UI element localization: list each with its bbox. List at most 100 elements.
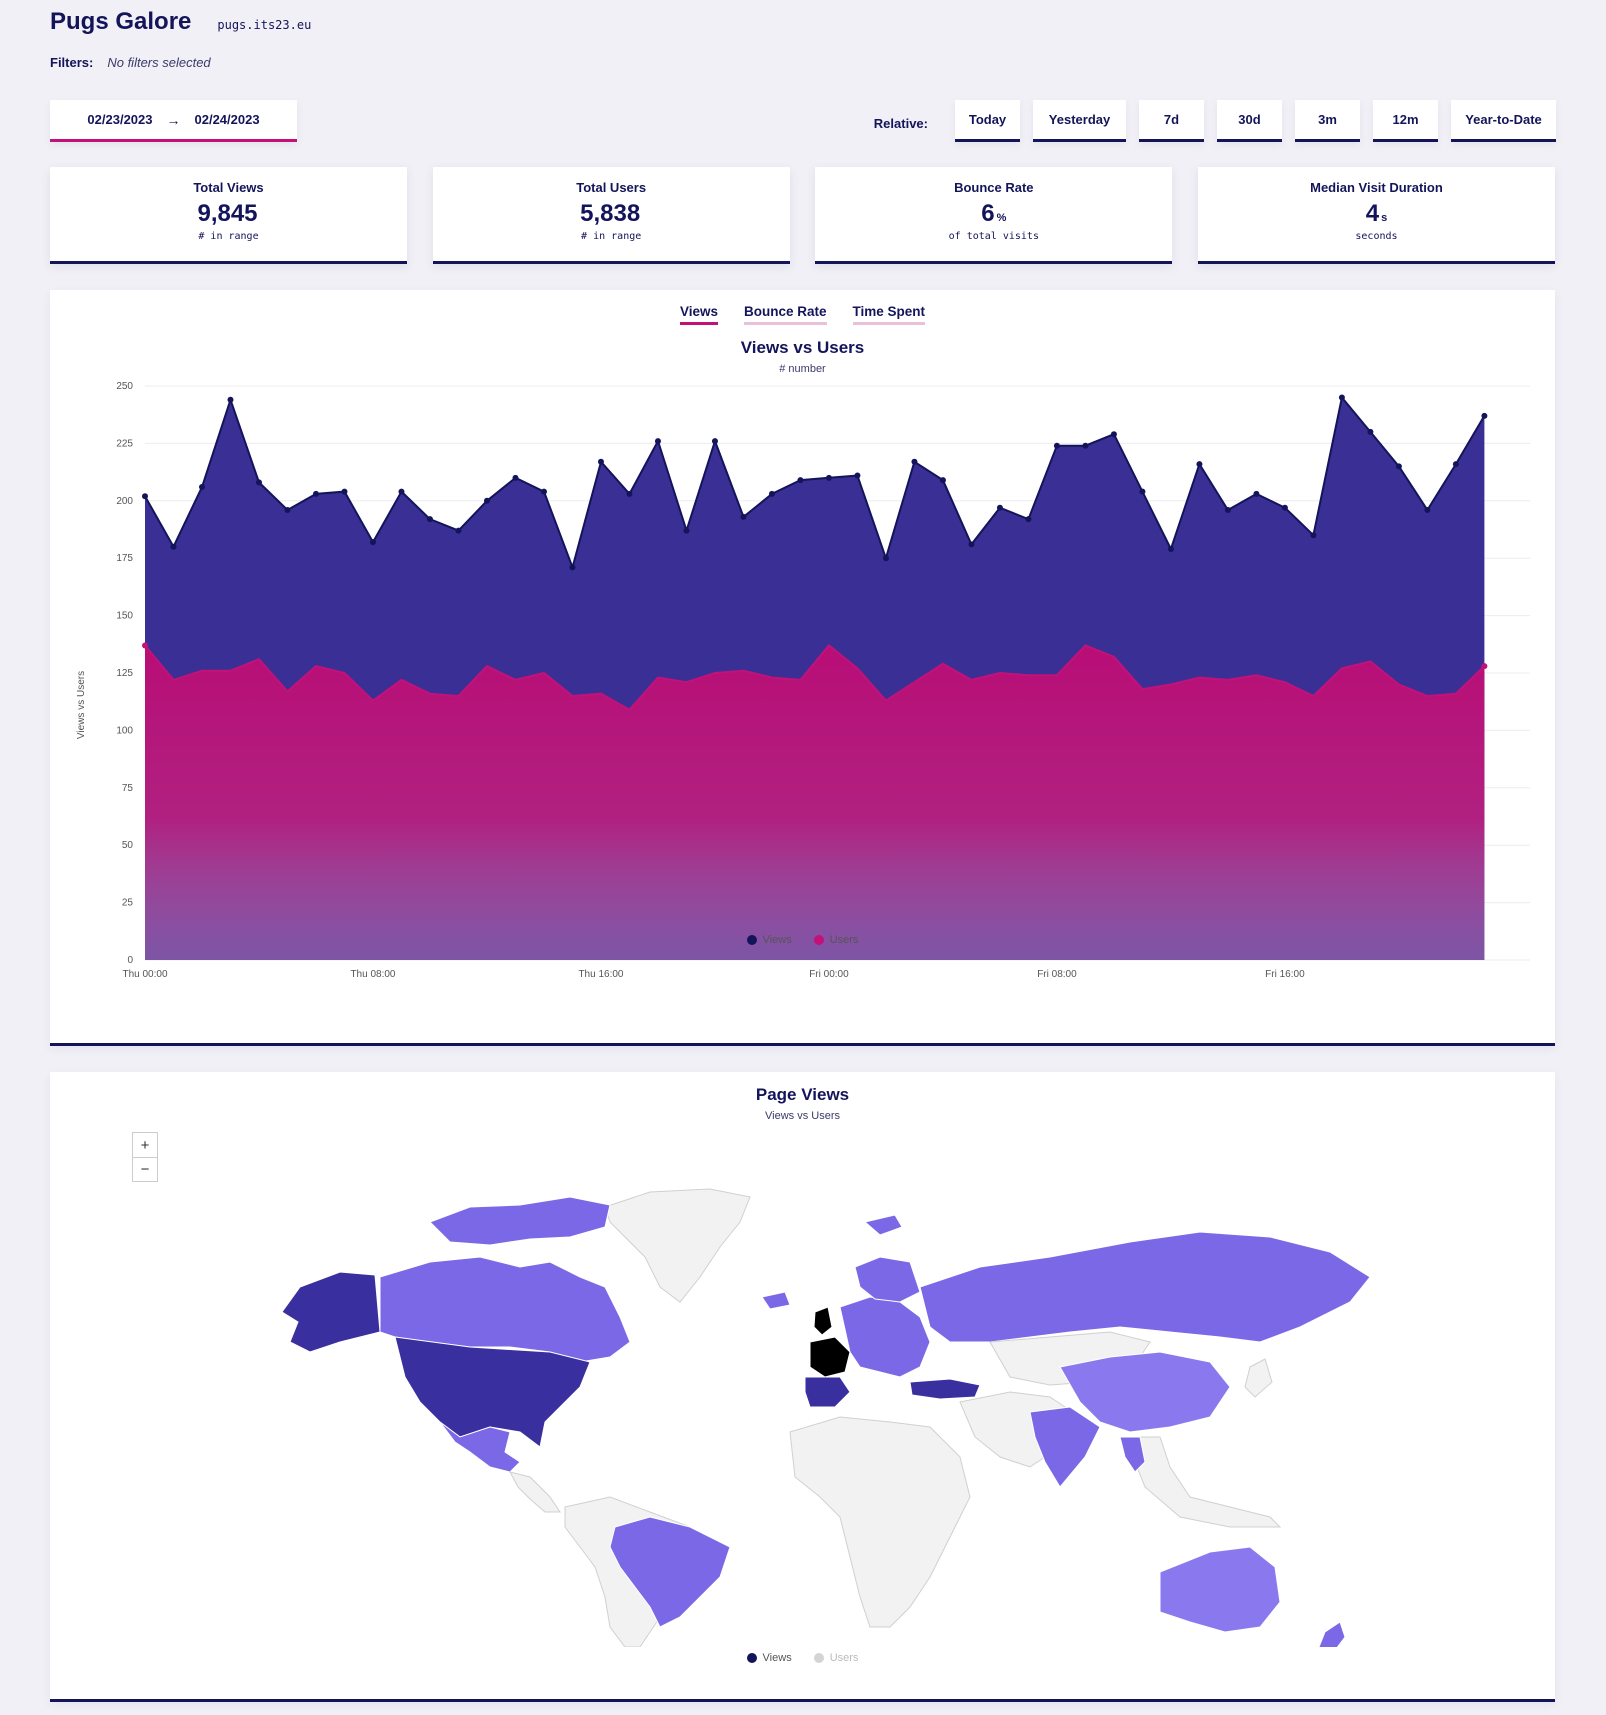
views-point[interactable]: [939, 477, 946, 484]
views-point[interactable]: [483, 497, 490, 504]
views-point[interactable]: [1053, 442, 1060, 449]
users-point[interactable]: [142, 642, 148, 649]
y-tick-label: 175: [116, 553, 133, 564]
views-point[interactable]: [227, 396, 234, 403]
views-point[interactable]: [597, 458, 604, 465]
series-users-area: [145, 645, 1485, 960]
relative-3m-button[interactable]: 3m: [1295, 100, 1360, 142]
country-scandinavia[interactable]: [854, 1256, 921, 1303]
views-point[interactable]: [170, 543, 177, 550]
site-name: Pugs Galore: [50, 8, 192, 35]
stat-number: 9,845: [197, 200, 258, 227]
region-southeast-asia[interactable]: [1124, 1436, 1282, 1528]
views-point[interactable]: [455, 527, 462, 534]
country-new-zealand[interactable]: [1315, 1621, 1346, 1647]
country-greenland[interactable]: [604, 1188, 751, 1303]
country-india[interactable]: [1029, 1406, 1101, 1488]
stat-unit: s: [1381, 212, 1388, 224]
views-point[interactable]: [369, 539, 376, 546]
relative-ytd-button[interactable]: Year-to-Date: [1451, 100, 1556, 142]
views-point[interactable]: [540, 488, 547, 495]
date-end[interactable]: 02/24/2023: [195, 112, 260, 127]
views-point[interactable]: [711, 438, 718, 445]
country-usa-alaska[interactable]: [281, 1271, 381, 1353]
country-australia[interactable]: [1159, 1546, 1281, 1633]
stat-cards: Total Views 9,845 # in range Total Users…: [50, 167, 1555, 264]
views-point[interactable]: [1367, 428, 1374, 435]
views-point[interactable]: [255, 479, 262, 486]
views-point[interactable]: [512, 474, 519, 481]
views-point[interactable]: [142, 493, 148, 500]
views-users-area-chart: 0255075100125150175200225250 Thu 00:00 Th…: [76, 381, 1530, 980]
relative-12m-button[interactable]: 12m: [1373, 100, 1438, 142]
views-point[interactable]: [626, 490, 633, 497]
views-point[interactable]: [1310, 532, 1317, 539]
views-point[interactable]: [1424, 506, 1431, 513]
legend-dot: [813, 935, 824, 945]
legend-item-users[interactable]: Users: [813, 1652, 858, 1664]
views-point[interactable]: [1338, 394, 1345, 401]
views-point[interactable]: [1167, 546, 1174, 553]
stat-subtitle: # in range: [581, 231, 642, 242]
views-point[interactable]: [1139, 488, 1146, 495]
views-point[interactable]: [1395, 463, 1402, 470]
region-africa[interactable]: [789, 1416, 971, 1628]
relative-30d-button[interactable]: 30d: [1217, 100, 1282, 142]
y-tick-label: 100: [116, 725, 133, 736]
views-point[interactable]: [911, 458, 918, 465]
stat-title: Total Views: [193, 180, 264, 195]
country-turkey[interactable]: [909, 1378, 981, 1400]
filters-bar: Filters: No filters selected: [50, 55, 211, 70]
views-point[interactable]: [740, 513, 747, 520]
map-subtitle: Views vs Users: [765, 1110, 840, 1122]
relative-yesterday-button[interactable]: Yesterday: [1033, 100, 1126, 142]
views-point[interactable]: [768, 490, 775, 497]
users-point[interactable]: [1481, 663, 1488, 670]
views-point[interactable]: [1281, 504, 1288, 511]
country-spain[interactable]: [804, 1376, 851, 1408]
date-start[interactable]: 02/23/2023: [87, 112, 152, 127]
views-point[interactable]: [797, 477, 804, 484]
views-point[interactable]: [426, 516, 433, 523]
country-france[interactable]: [809, 1336, 851, 1378]
legend-item-views[interactable]: Views: [746, 934, 792, 946]
views-point[interactable]: [398, 488, 405, 495]
date-range-picker[interactable]: 02/23/2023 → 02/24/2023: [50, 100, 297, 142]
views-point[interactable]: [569, 564, 576, 571]
views-point[interactable]: [1082, 442, 1089, 449]
views-point[interactable]: [1452, 461, 1459, 468]
country-russia[interactable]: [919, 1231, 1371, 1343]
views-point[interactable]: [341, 488, 348, 495]
views-point[interactable]: [968, 541, 975, 548]
country-uk[interactable]: [813, 1306, 833, 1336]
views-point[interactable]: [1481, 412, 1488, 419]
views-point[interactable]: [284, 506, 291, 513]
views-point[interactable]: [1253, 490, 1260, 497]
views-point[interactable]: [683, 527, 690, 534]
relative-today-button[interactable]: Today: [955, 100, 1020, 142]
views-point[interactable]: [198, 484, 205, 491]
relative-7d-button[interactable]: 7d: [1139, 100, 1204, 142]
y-tick-label: 225: [116, 438, 133, 449]
views-point[interactable]: [825, 474, 832, 481]
world-map[interactable]: [50, 1127, 1555, 1647]
views-point[interactable]: [312, 490, 319, 497]
country-japan[interactable]: [1244, 1358, 1273, 1398]
region-central-america[interactable]: [509, 1471, 561, 1513]
views-point[interactable]: [882, 555, 889, 562]
views-point[interactable]: [854, 472, 861, 479]
region-svalbard[interactable]: [863, 1214, 903, 1236]
legend-item-users[interactable]: Users: [813, 934, 859, 946]
region-europe[interactable]: [839, 1296, 931, 1378]
legend-label: Users: [829, 934, 859, 946]
country-iceland[interactable]: [761, 1291, 791, 1310]
views-point[interactable]: [996, 504, 1003, 511]
views-point[interactable]: [1196, 461, 1203, 468]
legend-item-views[interactable]: Views: [746, 1652, 792, 1664]
filters-value[interactable]: No filters selected: [107, 55, 210, 70]
views-point[interactable]: [1224, 506, 1231, 513]
views-point[interactable]: [1025, 516, 1032, 523]
views-point[interactable]: [654, 438, 661, 445]
country-canada-islands[interactable]: [429, 1196, 611, 1246]
views-point[interactable]: [1110, 431, 1117, 438]
